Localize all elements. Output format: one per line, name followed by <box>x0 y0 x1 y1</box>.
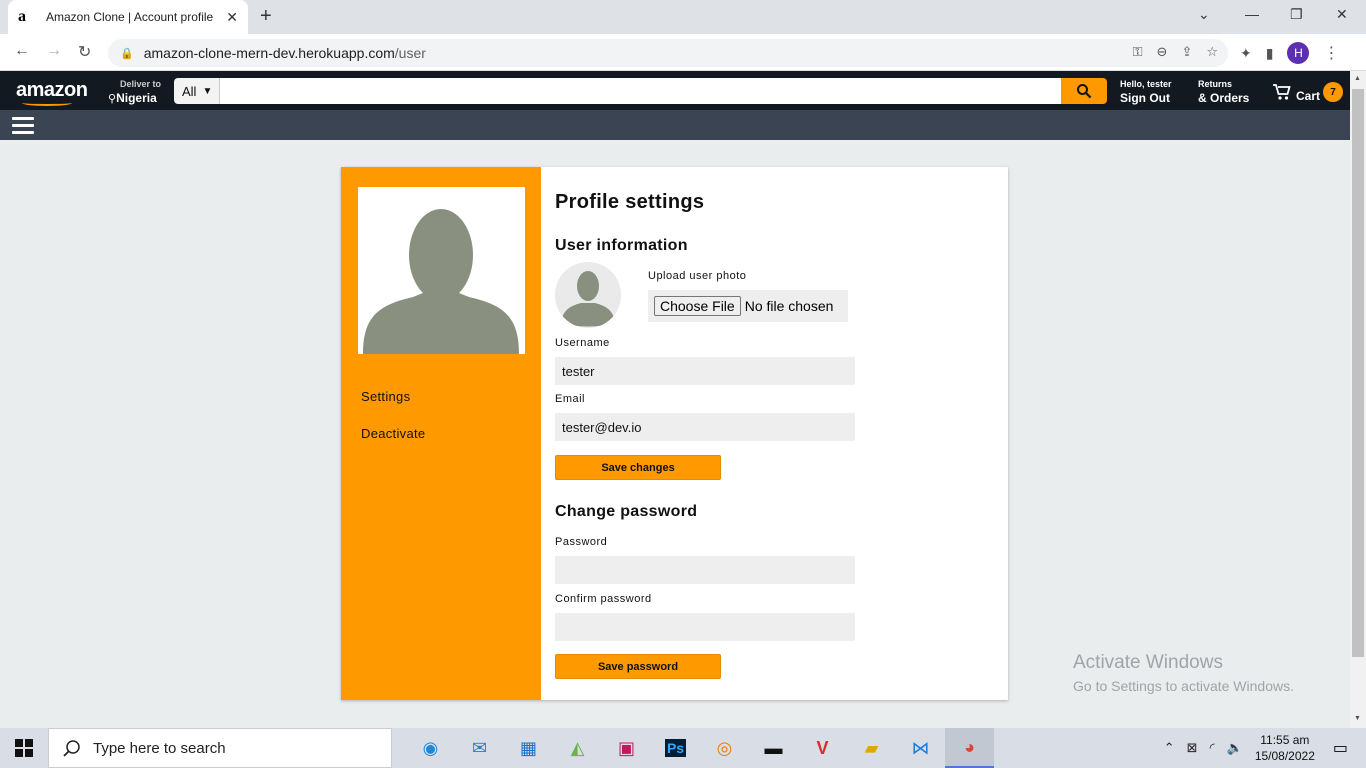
user-silhouette-small-icon <box>555 262 621 328</box>
side-panel-icon[interactable]: ▮ <box>1266 45 1274 62</box>
choose-file-button[interactable]: Choose File <box>654 296 741 316</box>
browser-tab-bar: a Amazon Clone | Account profile ✕ + ⌄ —… <box>0 0 1366 34</box>
chrome-icon[interactable]: ◕ <box>945 728 994 768</box>
search-category-select[interactable]: All ▼ <box>174 78 220 104</box>
confirm-password-label: Confirm password <box>555 593 652 605</box>
email-label: Email <box>555 393 586 405</box>
start-button[interactable] <box>0 728 48 768</box>
new-tab-icon[interactable]: + <box>260 5 272 28</box>
file-status-text: No file chosen <box>744 298 834 314</box>
store-icon[interactable]: ▦ <box>504 728 553 768</box>
save-password-button[interactable]: Save password <box>555 654 721 679</box>
zoom-icon[interactable]: ⊖ <box>1157 44 1168 60</box>
search-bar: All ▼ <box>174 78 1107 104</box>
tab-search-chevron-icon[interactable]: ⌄ <box>1198 6 1210 23</box>
sidebar-item-deactivate[interactable]: Deactivate <box>361 426 425 441</box>
lock-icon: 🔒 <box>120 47 134 60</box>
back-arrow-icon[interactable]: ← <box>14 42 30 60</box>
taskbar-clock[interactable]: 11:55 am 15/08/2022 <box>1255 732 1315 764</box>
browser-tab[interactable]: a Amazon Clone | Account profile ✕ <box>8 0 248 34</box>
password-label: Password <box>555 536 608 548</box>
edge-icon[interactable]: ◉ <box>406 728 455 768</box>
notification-center-icon[interactable]: ▭ <box>1333 738 1348 758</box>
url-omnibox[interactable]: 🔒 amazon-clone-mern-dev.herokuapp.com/us… <box>108 39 1228 67</box>
search-icon <box>1077 84 1092 99</box>
username-field[interactable]: tester <box>555 357 855 385</box>
amazon-favicon-icon: a <box>18 8 26 25</box>
show-hidden-icons-chevron-icon[interactable]: ⌃ <box>1164 740 1175 756</box>
mail-icon[interactable]: ✉ <box>455 728 504 768</box>
close-tab-icon[interactable]: ✕ <box>226 9 238 26</box>
share-icon[interactable]: ⇪ <box>1181 44 1192 60</box>
cart-button[interactable]: Cart 7 <box>1272 81 1344 103</box>
confirm-password-field[interactable] <box>555 613 855 641</box>
user-info-heading: User information <box>555 237 688 254</box>
more-menu-icon[interactable]: ⋮ <box>1323 43 1339 63</box>
scroll-thumb[interactable] <box>1352 89 1364 657</box>
bookmark-star-icon[interactable]: ☆ <box>1206 44 1218 60</box>
activate-windows-watermark: Activate Windows Go to Settings to activ… <box>1073 652 1294 694</box>
video-editor-icon[interactable]: V <box>798 728 847 768</box>
account-sign-out[interactable]: Hello, tester Sign Out <box>1120 79 1172 107</box>
terminal-icon[interactable]: ▬ <box>749 728 798 768</box>
system-tray: ⌃ ⊠ ◜ 🔈 11:55 am 15/08/2022 ▭ <box>1164 728 1366 768</box>
minimize-icon[interactable]: — <box>1245 6 1259 22</box>
upload-photo-label: Upload user photo <box>648 270 747 282</box>
profile-card: Settings Deactivate Profile settings Use… <box>341 167 1008 700</box>
taskbar-search[interactable]: Type here to search <box>48 728 392 768</box>
url-text: amazon-clone-mern-dev.herokuapp.com/user <box>143 45 426 61</box>
change-password-heading: Change password <box>555 503 698 520</box>
key-icon[interactable]: ⚿ <box>1133 44 1143 60</box>
reload-icon[interactable]: ↻ <box>78 42 91 62</box>
scroll-down-arrow-icon[interactable]: ▼ <box>1354 715 1361 722</box>
profile-sidebar: Settings Deactivate <box>341 167 541 700</box>
wifi-icon[interactable]: ◜ <box>1210 740 1215 756</box>
amazon-logo[interactable]: amazon <box>16 79 88 102</box>
page-scrollbar[interactable]: ▲ ▼ <box>1350 71 1366 728</box>
password-field[interactable] <box>555 556 855 584</box>
restore-icon[interactable]: ❐ <box>1290 6 1303 23</box>
forward-arrow-icon[interactable]: → <box>46 42 62 60</box>
vscode-icon[interactable]: ⋈ <box>896 728 945 768</box>
email-field[interactable]: tester@dev.io <box>555 413 855 441</box>
windows-logo-icon <box>15 739 33 757</box>
logo-smile-icon <box>22 100 72 106</box>
sidebar-item-settings[interactable]: Settings <box>361 389 410 404</box>
sub-navigation <box>0 110 1350 140</box>
save-changes-button[interactable]: Save changes <box>555 455 721 480</box>
profile-photo-large <box>358 187 525 354</box>
deliver-to[interactable]: Deliver to ⚲Nigeria <box>108 79 161 107</box>
file-explorer-icon[interactable]: ▰ <box>847 728 896 768</box>
tab-title: Amazon Clone | Account profile <box>46 10 214 24</box>
volume-icon[interactable]: 🔈 <box>1227 740 1243 756</box>
username-label: Username <box>555 337 610 349</box>
browser-address-bar: ← → ↻ 🔒 amazon-clone-mern-dev.herokuapp.… <box>0 34 1366 71</box>
network-offline-icon[interactable]: ⊠ <box>1187 740 1198 756</box>
search-icon <box>63 740 80 757</box>
profile-avatar[interactable]: H <box>1287 42 1310 64</box>
page-title: Profile settings <box>555 191 705 213</box>
scroll-up-arrow-icon[interactable]: ▲ <box>1354 75 1361 82</box>
blender-icon[interactable]: ◎ <box>700 728 749 768</box>
photoshop-icon[interactable]: Ps <box>651 728 700 768</box>
windows-taskbar: Type here to search ◉ ✉ ▦ ◭ ▣ Ps ◎ ▬ V ▰… <box>0 728 1366 768</box>
window-close-icon[interactable]: ✕ <box>1336 6 1348 23</box>
hamburger-menu-icon[interactable] <box>12 117 34 138</box>
user-silhouette-icon <box>363 209 519 354</box>
cart-count-badge: 7 <box>1323 82 1344 102</box>
android-studio-icon[interactable]: ◭ <box>553 728 602 768</box>
search-input[interactable] <box>220 78 1061 104</box>
site-header: amazon Deliver to ⚲Nigeria All ▼ Hello, t… <box>0 71 1350 110</box>
search-button[interactable] <box>1061 78 1107 104</box>
profile-photo-small <box>555 262 621 328</box>
file-upload-input[interactable]: Choose File No file chosen <box>648 290 848 322</box>
extensions-puzzle-icon[interactable]: ✦ <box>1240 45 1252 62</box>
cart-icon <box>1273 84 1291 100</box>
location-pin-icon: ⚲ <box>108 93 117 105</box>
returns-orders[interactable]: Returns & Orders <box>1198 79 1249 107</box>
wamp-icon[interactable]: ▣ <box>602 728 651 768</box>
